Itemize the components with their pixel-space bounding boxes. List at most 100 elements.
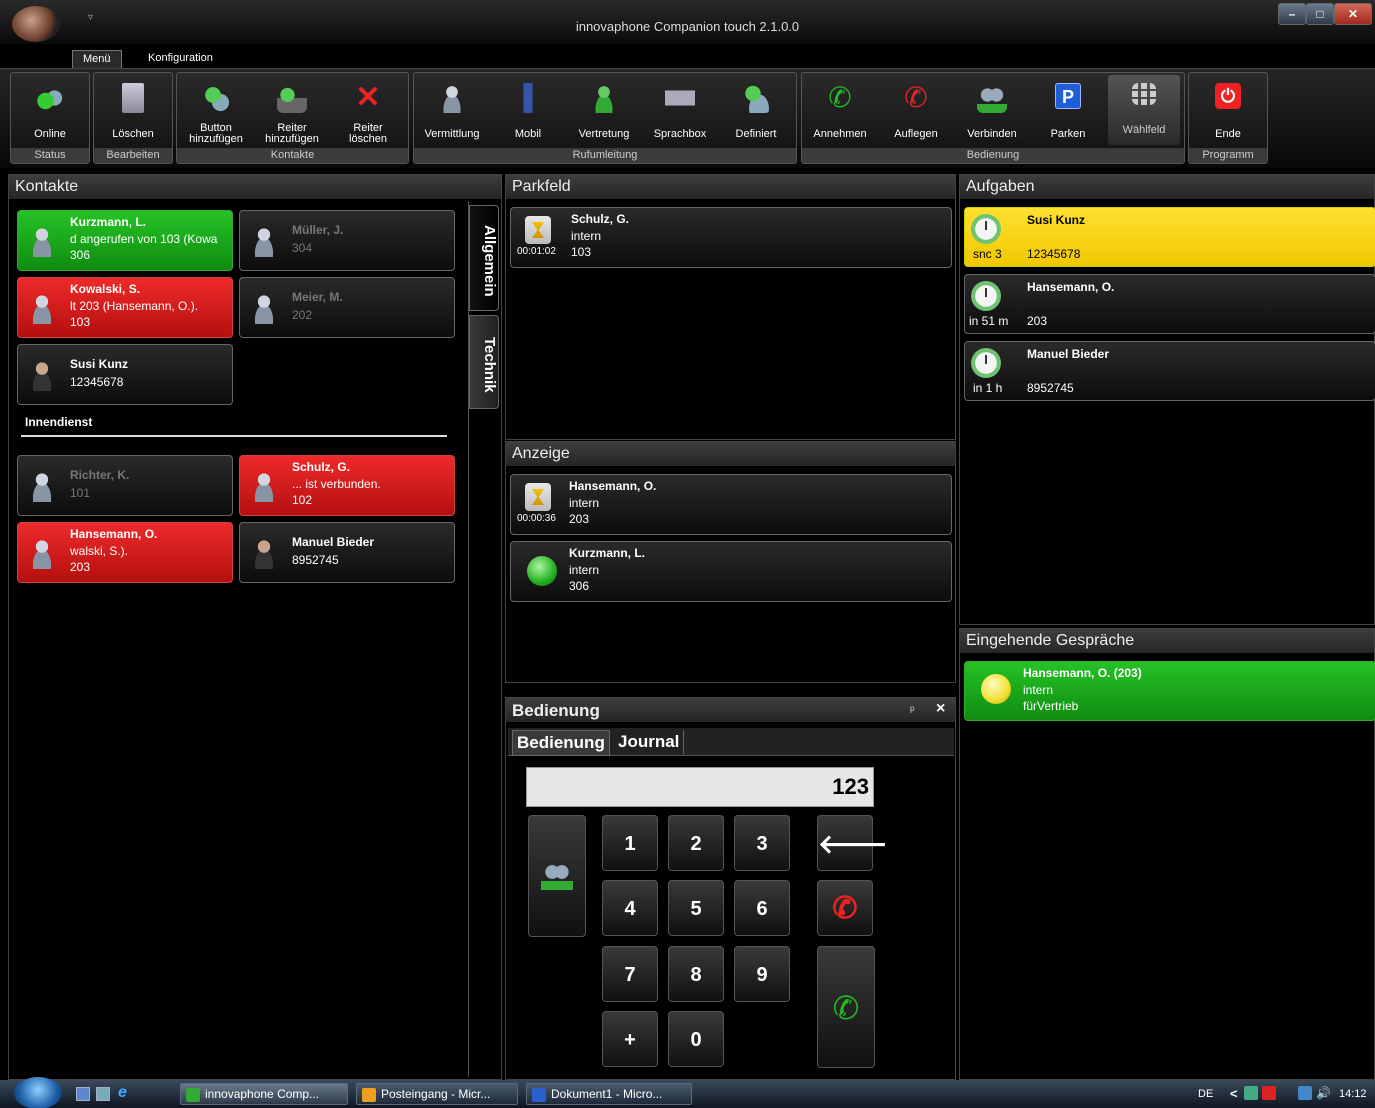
vermittlung-label: Vermittlung	[424, 128, 480, 140]
contact-card-mueller[interactable]: Müller, J. 304	[239, 210, 455, 271]
language-indicator[interactable]: DE	[1198, 1088, 1213, 1100]
eingehend-title: Eingehende Gespräche	[960, 629, 1374, 653]
tray-expand-icon[interactable]: <	[1230, 1086, 1238, 1101]
key-0[interactable]: 0	[668, 1011, 724, 1067]
contact-card-susi-kunz[interactable]: Susi Kunz 12345678	[17, 344, 233, 405]
tab-allgemein[interactable]: Allgemein	[469, 205, 499, 311]
key-plus[interactable]: +	[602, 1011, 658, 1067]
sprachbox-button[interactable]: Sprachbox	[644, 81, 716, 147]
pin-icon[interactable]: ᵖ	[910, 703, 915, 717]
window-title: innovaphone Companion touch 2.1.0.0	[575, 19, 800, 34]
group-rufumleitung-label: Rufumleitung	[414, 148, 796, 163]
parked-call-item[interactable]: 00:01:02 Schulz, G. intern 103	[510, 207, 952, 268]
close-button[interactable]: ✕	[1334, 3, 1372, 25]
contact-number: 202	[292, 308, 313, 322]
parked-number: 103	[571, 245, 592, 259]
vertretung-button[interactable]: Vertretung	[568, 81, 640, 147]
mobil-button[interactable]: Mobil	[492, 81, 564, 147]
backspace-key[interactable]: 🡐	[817, 815, 888, 871]
internet-explorer-icon[interactable]: e	[118, 1084, 127, 1102]
aufgaben-title: Aufgaben	[960, 175, 1374, 199]
loeschen-button[interactable]: Löschen	[97, 81, 169, 147]
connect-key[interactable]	[528, 815, 586, 937]
word-icon	[532, 1088, 546, 1102]
key-6[interactable]: 6	[734, 880, 790, 936]
dial-input[interactable]: 123	[526, 767, 874, 807]
contact-card-bieder[interactable]: Manuel Bieder 8952745	[239, 522, 455, 583]
key-2[interactable]: 2	[668, 815, 724, 871]
contact-status: walski, S.).	[70, 544, 129, 558]
key-9[interactable]: 9	[734, 946, 790, 1002]
innovaphone-app-icon	[186, 1088, 200, 1102]
mobil-label: Mobil	[514, 128, 542, 140]
definiert-button[interactable]: Definiert	[720, 81, 792, 147]
key-8[interactable]: 8	[668, 946, 724, 1002]
start-orb-icon[interactable]	[14, 1077, 62, 1108]
tab-technik[interactable]: Technik	[469, 315, 499, 409]
switch-windows-icon[interactable]	[96, 1087, 110, 1101]
key-4[interactable]: 4	[602, 880, 658, 936]
power-icon: ⏻	[1215, 83, 1241, 109]
task-item-hansemann[interactable]: in 51 m Hansemann, O. 203	[964, 274, 1375, 334]
call-item-hansemann[interactable]: 00:00:36 Hansemann, O. intern 203	[510, 474, 952, 535]
button-hinzufuegen-button[interactable]: Button hinzufügen	[180, 81, 252, 147]
key-5[interactable]: 5	[668, 880, 724, 936]
tab-journal[interactable]: Journal	[614, 730, 685, 754]
contact-card-hansemann[interactable]: Hansemann, O. walski, S.). 203	[17, 522, 233, 583]
ende-button[interactable]: ⏻ Ende	[1192, 81, 1264, 147]
annehmen-button[interactable]: ✆ Annehmen	[804, 81, 876, 147]
online-button[interactable]: Online	[14, 81, 86, 147]
contact-number: 12345678	[70, 375, 124, 389]
auflegen-button[interactable]: ✆ Auflegen	[880, 81, 952, 147]
bedienung-panel: Bedienung ᵖ × Bedienung Journal 123 1 2 …	[505, 697, 956, 1080]
kontakte-panel: Kontakte Kurzmann, L. d angerufen von 10…	[8, 174, 502, 1080]
call-key[interactable]: ✆	[817, 946, 875, 1068]
tab-bedienung[interactable]: Bedienung	[512, 730, 610, 756]
tray-network-icon[interactable]	[1244, 1086, 1258, 1100]
minimize-button[interactable]: –	[1278, 3, 1306, 25]
ende-label: Ende	[1215, 128, 1241, 140]
tray-antivirus-icon[interactable]	[1262, 1086, 1276, 1100]
key-3[interactable]: 3	[734, 815, 790, 871]
waehlfeld-label: Wählfeld	[1122, 124, 1166, 136]
task-dokument1[interactable]: Dokument1 - Micro...	[526, 1083, 692, 1105]
clock[interactable]: 14:12	[1339, 1088, 1367, 1100]
contact-number: 8952745	[292, 553, 339, 567]
tab-menu[interactable]: Menü	[72, 50, 122, 68]
eingehend-panel: Eingehende Gespräche Hansemann, O. (203)…	[959, 628, 1375, 1080]
contact-card-schulz[interactable]: Schulz, G. ... ist verbunden. 102	[239, 455, 455, 516]
verbinden-button[interactable]: Verbinden	[956, 81, 1028, 147]
task-posteingang[interactable]: Posteingang - Micr...	[356, 1083, 518, 1105]
task-innovaphone[interactable]: innovaphone Comp...	[180, 1083, 348, 1105]
contact-card-kurzmann[interactable]: Kurzmann, L. d angerufen von 103 (Kowa 3…	[17, 210, 233, 271]
contact-card-kowalski[interactable]: Kowalski, S. lt 203 (Hansemann, O.). 103	[17, 277, 233, 338]
waehlfeld-button[interactable]: Wählfeld	[1108, 75, 1180, 145]
incoming-call-item[interactable]: Hansemann, O. (203) intern fürVertrieb	[964, 661, 1375, 721]
parken-button[interactable]: P Parken	[1032, 81, 1104, 147]
tab-konfiguration[interactable]: Konfiguration	[138, 50, 223, 68]
show-desktop-icon[interactable]	[76, 1087, 90, 1101]
key-7[interactable]: 7	[602, 946, 658, 1002]
task-item-susi-kunz[interactable]: snc 3 Susi Kunz 12345678	[964, 207, 1375, 267]
contact-icon	[26, 292, 58, 324]
task-item-bieder[interactable]: in 1 h Manuel Bieder 8952745	[964, 341, 1375, 401]
contact-card-meier[interactable]: Meier, M. 202	[239, 277, 455, 338]
vertretung-label: Vertretung	[578, 128, 630, 140]
contact-card-richter[interactable]: Richter, K. 101	[17, 455, 233, 516]
reiter-hinzufuegen-button[interactable]: Reiter hinzufügen	[256, 81, 328, 147]
vermittlung-button[interactable]: Vermittlung	[416, 81, 488, 147]
add-tab-icon	[277, 83, 307, 113]
reiter-loeschen-button[interactable]: ✕ Reiter löschen	[332, 81, 404, 147]
maximize-button[interactable]: □	[1306, 3, 1334, 25]
close-panel-icon[interactable]: ×	[936, 700, 945, 718]
park-timer: 00:01:02	[517, 246, 556, 257]
connect-icon	[541, 860, 573, 890]
key-1[interactable]: 1	[602, 815, 658, 871]
call-name: Hansemann, O.	[569, 479, 657, 493]
call-item-kurzmann[interactable]: Kurzmann, L. intern 306	[510, 541, 952, 602]
hangup-key[interactable]: ✆	[817, 880, 873, 936]
volume-icon[interactable]: 🔊	[1316, 1086, 1331, 1100]
group-status: Online Status	[10, 72, 90, 164]
contact-status: lt 203 (Hansemann, O.).	[70, 299, 199, 313]
tray-connection-icon[interactable]	[1298, 1086, 1312, 1100]
